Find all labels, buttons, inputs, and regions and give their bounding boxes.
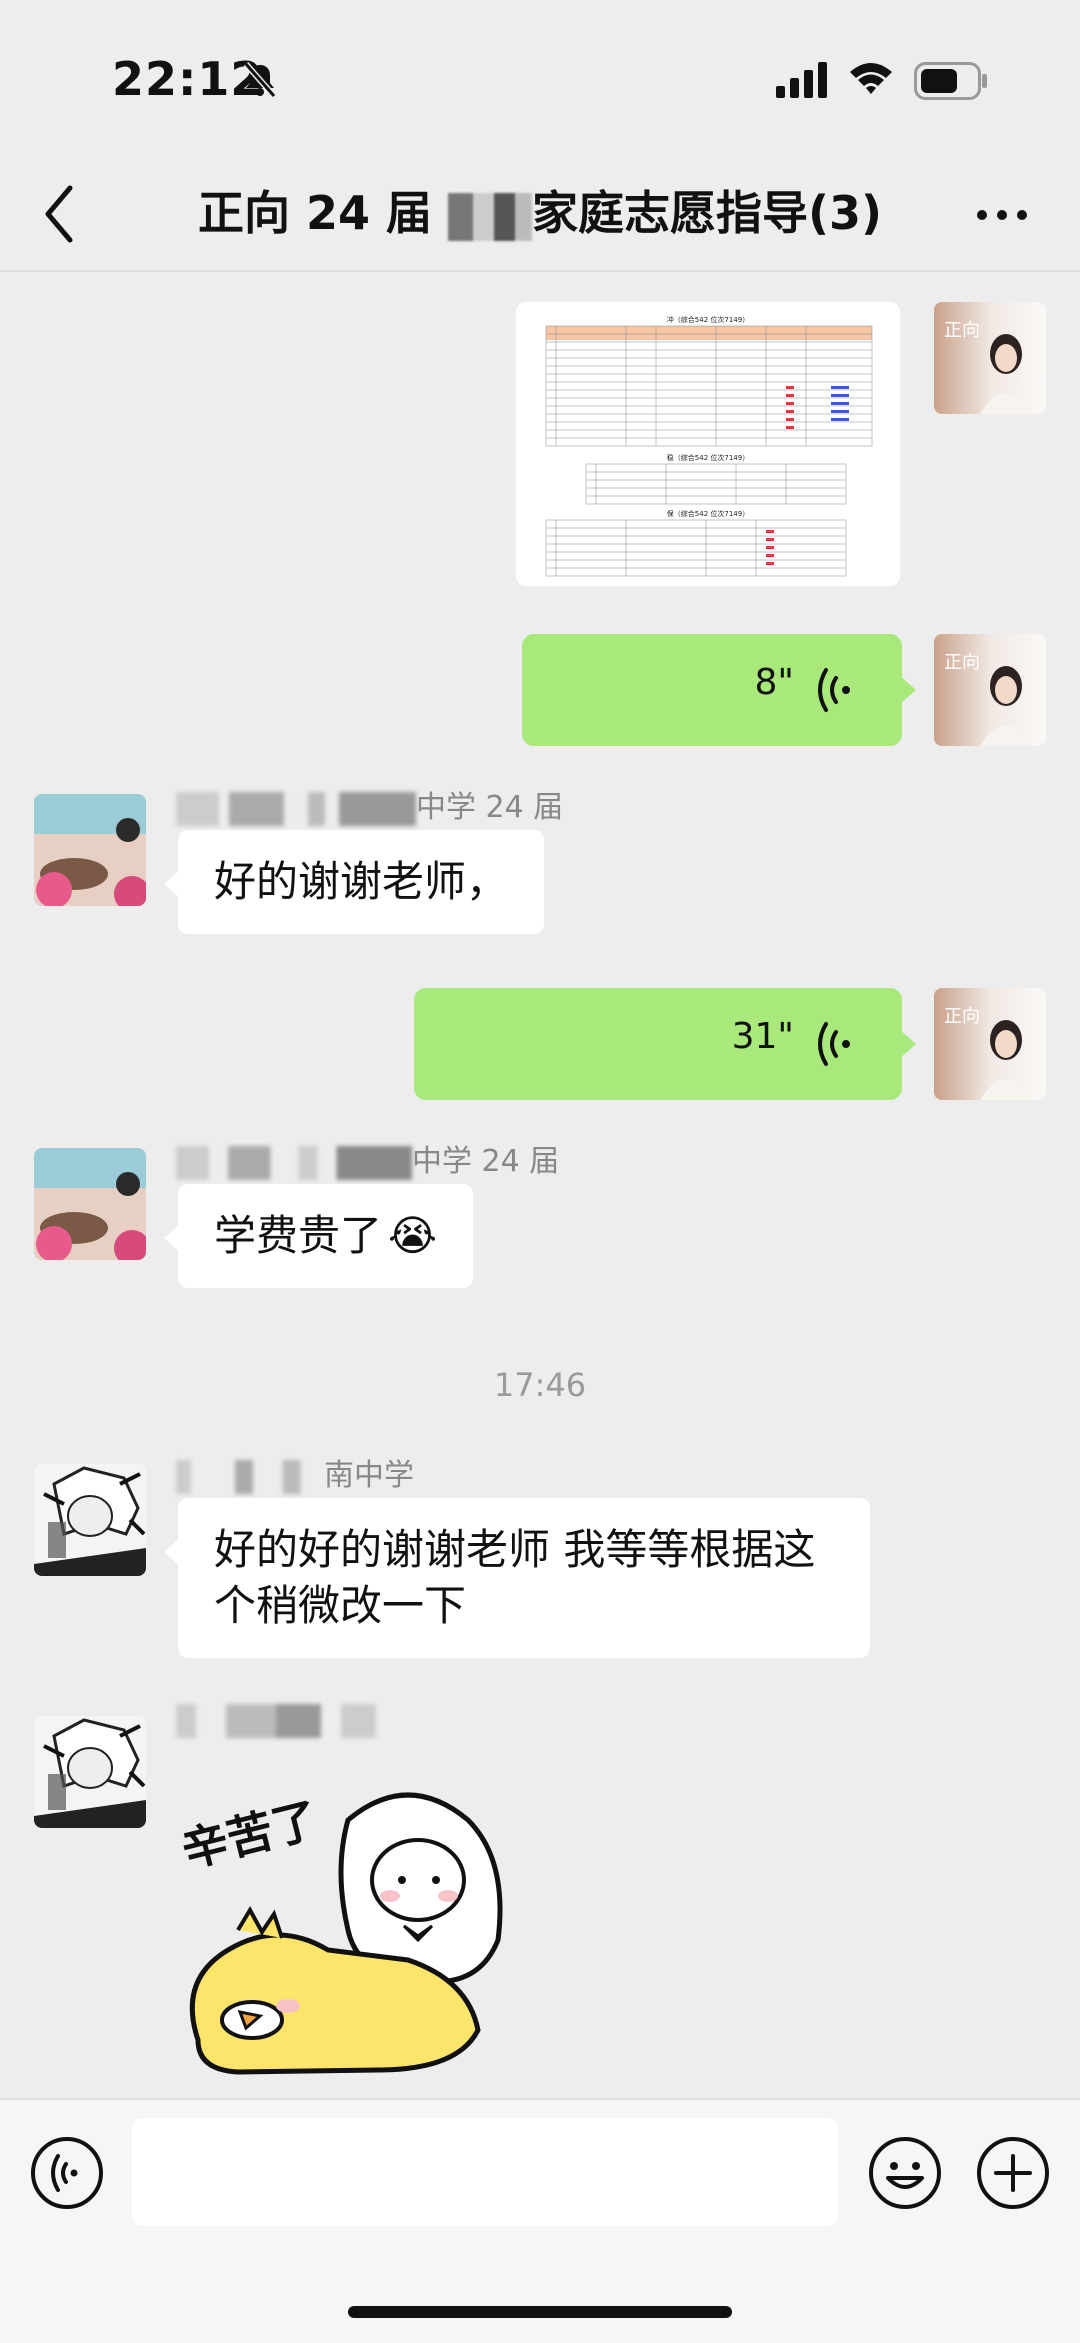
member-avatar[interactable]	[34, 1464, 146, 1576]
chat-title-prefix: 正向 24 届	[197, 186, 448, 240]
message-bubble[interactable]: 学费贵了 😭	[164, 1184, 474, 1288]
voice-duration: 31"	[731, 1016, 794, 1057]
emoji-icon[interactable]	[868, 2136, 942, 2210]
message-text: 好的谢谢老师，	[214, 857, 509, 906]
redacted-text	[176, 791, 416, 826]
home-indicator[interactable]	[348, 2306, 732, 2318]
member-avatar[interactable]	[34, 1148, 146, 1260]
redacted-text	[176, 1459, 324, 1494]
table-title-3: 保（综合542 位次7149）	[667, 509, 749, 518]
plus-icon[interactable]	[976, 2136, 1050, 2210]
chat-header: 正向 24 届 家庭志愿指导(3)	[0, 160, 1080, 272]
spreadsheet-thumbnail: 冲（综合542 位次7149） 稳（综合542 位次7149） 保（综合542 …	[545, 315, 873, 577]
battery-icon	[914, 62, 987, 100]
more-options-icon[interactable]	[972, 190, 1032, 240]
member-avatar[interactable]	[34, 1716, 146, 1828]
member-avatar[interactable]	[34, 794, 146, 906]
status-bar: 22:12	[0, 0, 1080, 150]
table-title-1: 冲（综合542 位次7149）	[667, 315, 749, 324]
redacted-text	[176, 1145, 412, 1180]
svg-text:正向: 正向	[944, 1006, 980, 1027]
image-message[interactable]: 冲（综合542 位次7149） 稳（综合542 位次7149） 保（综合542 …	[516, 302, 900, 586]
my-avatar[interactable]: 正向	[934, 634, 1046, 746]
mute-bell-icon	[243, 62, 277, 98]
chat-title: 正向 24 届 家庭志愿指导(3)	[0, 178, 1080, 248]
voice-message[interactable]: 8"	[522, 634, 916, 746]
voice-input-icon[interactable]	[30, 2136, 104, 2210]
svg-text:正向: 正向	[944, 320, 980, 341]
message-input[interactable]	[132, 2118, 838, 2226]
sender-name: 中学 24 届	[176, 782, 563, 826]
timestamp: 17:46	[493, 1366, 587, 1404]
redacted-text	[176, 1703, 426, 1738]
message-text: 学费贵了	[214, 1211, 383, 1260]
message-bubble[interactable]: 好的谢谢老师，	[164, 830, 545, 934]
table-title-2: 稳（综合542 位次7149）	[667, 453, 749, 462]
chat-title-suffix: 家庭志愿指导(3)	[532, 186, 883, 240]
sticker-message[interactable]: 辛苦了	[178, 1780, 558, 2080]
cellular-signal-icon	[776, 62, 827, 98]
message-text-line: 好的好的谢谢老师 我等等根据这	[214, 1525, 816, 1574]
message-bubble[interactable]: 好的好的谢谢老师 我等等根据这 个稍微改一下	[164, 1498, 870, 1658]
sender-name: 南中学	[176, 1450, 414, 1494]
wifi-icon	[850, 63, 892, 94]
voice-wave-icon	[818, 668, 850, 712]
svg-text:正向: 正向	[944, 652, 980, 673]
sender-name-redacted	[176, 1702, 426, 1738]
redacted-text	[448, 192, 532, 241]
message-text-line: 个稍微改一下	[214, 1581, 467, 1630]
sender-name: 中学 24 届	[176, 1136, 559, 1180]
my-avatar[interactable]: 正向	[934, 302, 1046, 414]
voice-message[interactable]: 31"	[414, 988, 916, 1100]
my-avatar[interactable]: 正向	[934, 988, 1046, 1100]
voice-duration: 8"	[754, 662, 794, 703]
voice-wave-icon	[818, 1022, 850, 1066]
crying-face-emoji: 😭	[388, 1211, 438, 1260]
sticker-text: 辛苦了	[178, 1792, 324, 1878]
